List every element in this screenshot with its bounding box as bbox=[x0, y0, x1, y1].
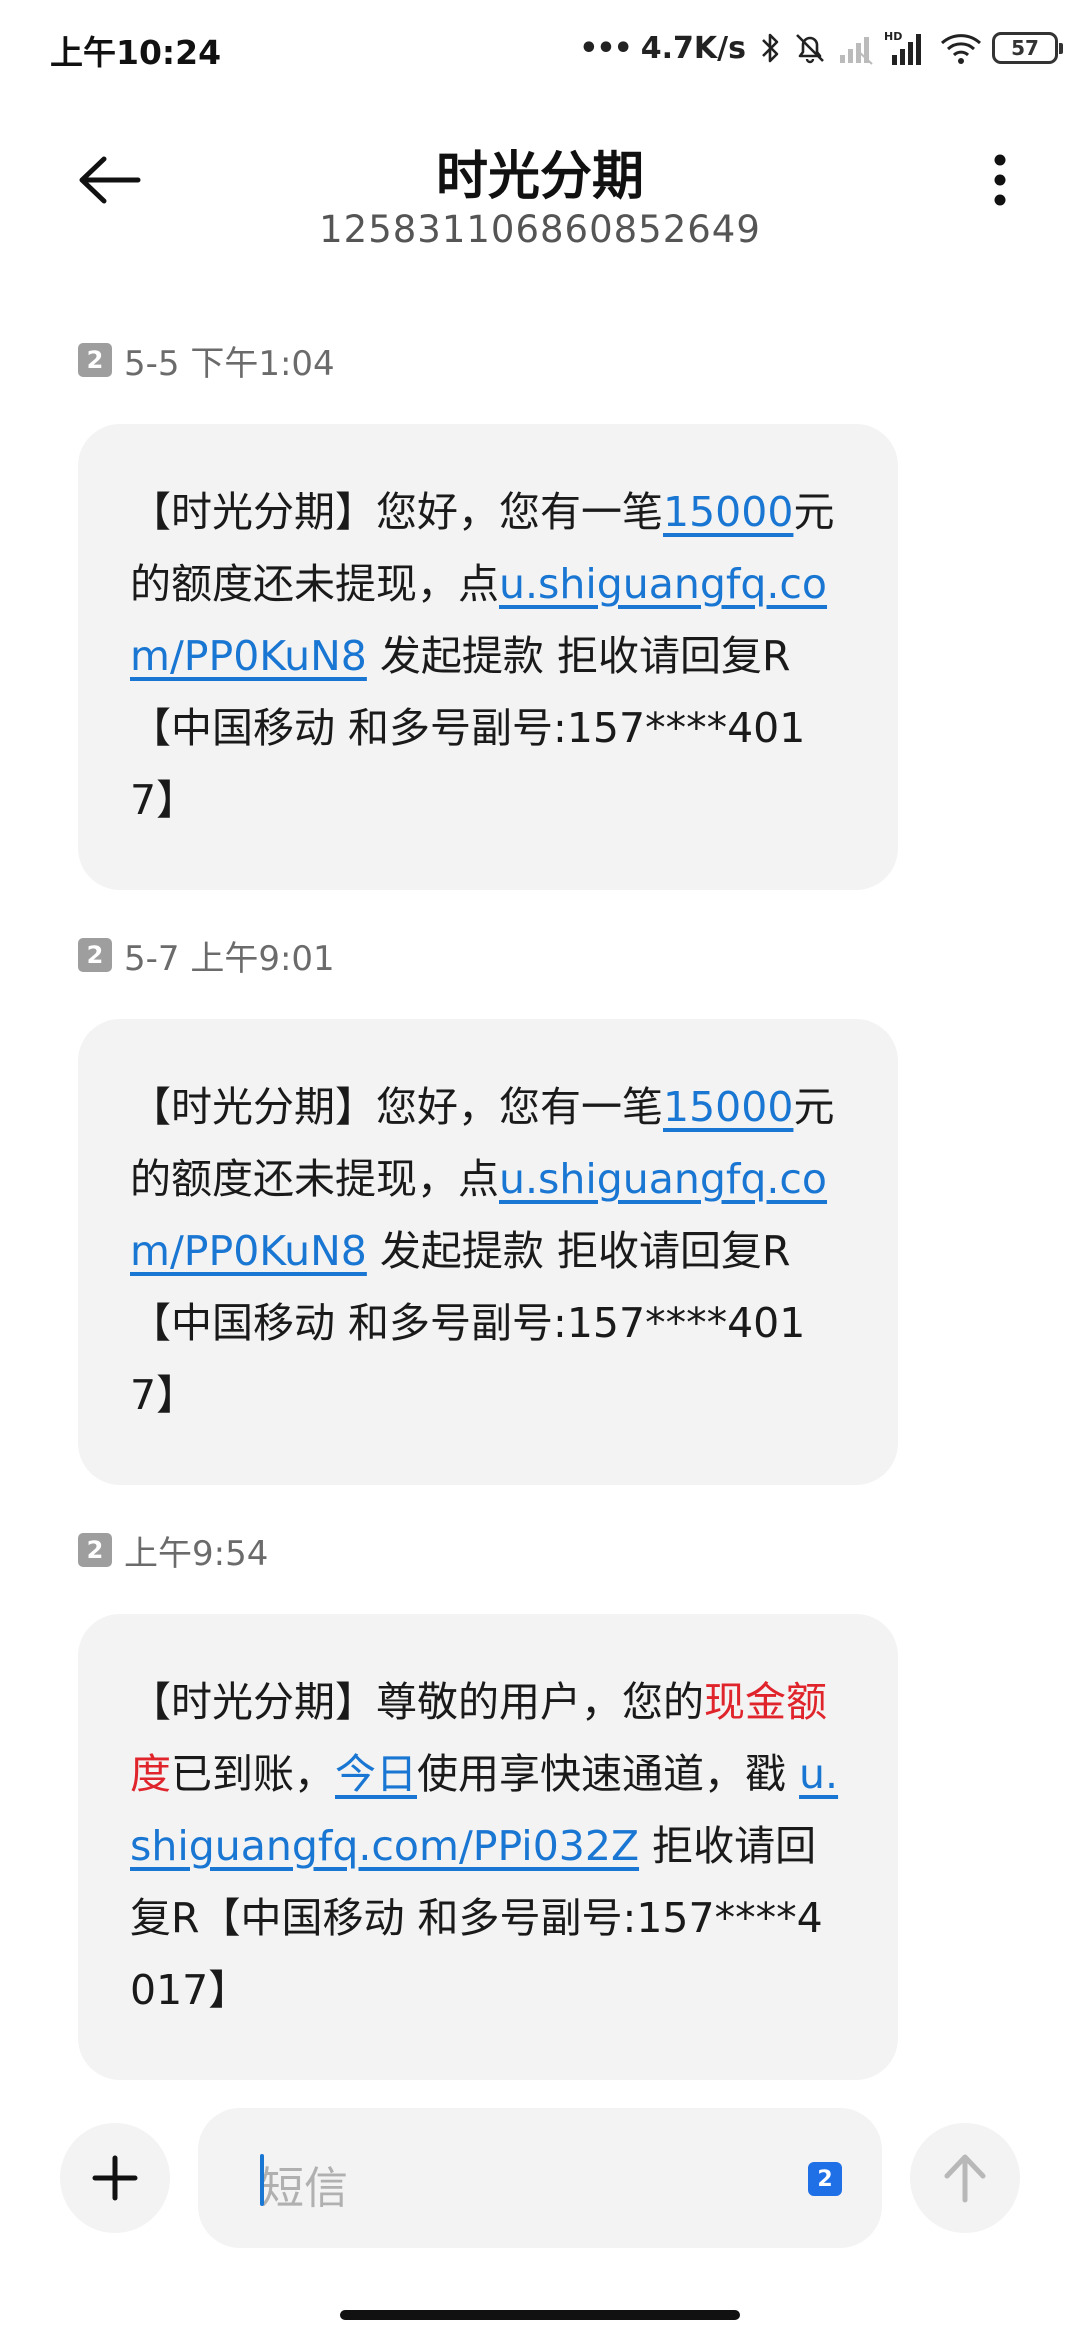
conversation-header: 时光分期 125831106860852649 bbox=[0, 110, 1080, 270]
bluetooth-icon bbox=[762, 33, 779, 63]
message-item: 2 5-7 上午9:01 【时光分期】您好，您有一笔15000元的额度还未提现，… bbox=[78, 935, 898, 1485]
signal-weak-icon bbox=[840, 37, 873, 65]
contact-number: 125831106860852649 bbox=[319, 208, 761, 251]
message-time: 5-7 上午9:01 bbox=[124, 938, 335, 979]
sim-badge: 2 bbox=[78, 938, 112, 972]
amount-link[interactable]: 15000 bbox=[663, 1083, 793, 1131]
signal-hd-icon: HD bbox=[884, 30, 921, 65]
message-item: 2 5-5 下午1:04 【时光分期】您好，您有一笔15000元的额度还未提现，… bbox=[78, 340, 898, 890]
composer-bar: 短信 2 bbox=[0, 2098, 1080, 2248]
today-link[interactable]: 今日 bbox=[335, 1750, 417, 1798]
battery-level: 57 bbox=[1011, 36, 1039, 60]
message-time: 5-5 下午1:04 bbox=[124, 343, 335, 384]
text-cursor bbox=[260, 2154, 264, 2206]
mute-bell-icon bbox=[796, 34, 824, 64]
battery-icon: 57 bbox=[992, 32, 1063, 64]
network-speed: 4.7K/s bbox=[640, 30, 746, 66]
home-indicator[interactable] bbox=[340, 2310, 740, 2320]
send-button[interactable] bbox=[910, 2123, 1020, 2233]
sim-badge: 2 bbox=[78, 343, 112, 377]
message-bubble[interactable]: 【时光分期】尊敬的用户，您的现金额度已到账，今日使用享快速通道，戳 u.shig… bbox=[78, 1614, 898, 2080]
message-text: 【时光分期】尊敬的用户，您的 bbox=[130, 1678, 704, 1726]
wifi-icon bbox=[940, 34, 982, 64]
message-meta: 2 5-7 上午9:01 bbox=[78, 935, 898, 979]
message-item: 2 上午9:54 【时光分期】尊敬的用户，您的现金额度已到账，今日使用享快速通道… bbox=[78, 1530, 898, 2080]
amount-link[interactable]: 15000 bbox=[663, 488, 793, 536]
status-dots: ••• bbox=[579, 30, 633, 66]
status-bar: 上午10:24 ••• 4.7K/s HD 57 bbox=[0, 0, 1080, 96]
contact-name: 时光分期 bbox=[435, 147, 644, 207]
message-text: 【时光分期】您好，您有一笔 bbox=[130, 488, 663, 536]
sim-select-button[interactable]: 2 bbox=[808, 2162, 842, 2196]
sms-input[interactable]: 短信 2 bbox=[198, 2108, 882, 2248]
status-time: 上午10:24 bbox=[50, 33, 222, 72]
more-options-button[interactable] bbox=[970, 140, 1030, 220]
plus-icon bbox=[92, 2155, 138, 2201]
add-attachment-button[interactable] bbox=[60, 2123, 170, 2233]
more-vertical-icon bbox=[994, 154, 1006, 206]
message-bubble[interactable]: 【时光分期】您好，您有一笔15000元的额度还未提现，点u.shiguangfq… bbox=[78, 1019, 898, 1485]
message-bubble[interactable]: 【时光分期】您好，您有一笔15000元的额度还未提现，点u.shiguangfq… bbox=[78, 424, 898, 890]
message-text: 【时光分期】您好，您有一笔 bbox=[130, 1083, 663, 1131]
send-arrow-icon bbox=[944, 2154, 986, 2203]
status-icons: ••• 4.7K/s HD 57 bbox=[579, 22, 1063, 74]
message-text: 已到账， bbox=[171, 1750, 335, 1798]
sim-badge: 2 bbox=[78, 1533, 112, 1567]
svg-text:HD: HD bbox=[884, 30, 902, 43]
message-time: 上午9:54 bbox=[124, 1533, 269, 1574]
message-meta: 2 上午9:54 bbox=[78, 1530, 898, 1574]
sms-input-placeholder: 短信 bbox=[260, 2163, 348, 2214]
message-text: 使用享快速通道，戳 bbox=[417, 1750, 800, 1798]
message-meta: 2 5-5 下午1:04 bbox=[78, 340, 898, 384]
